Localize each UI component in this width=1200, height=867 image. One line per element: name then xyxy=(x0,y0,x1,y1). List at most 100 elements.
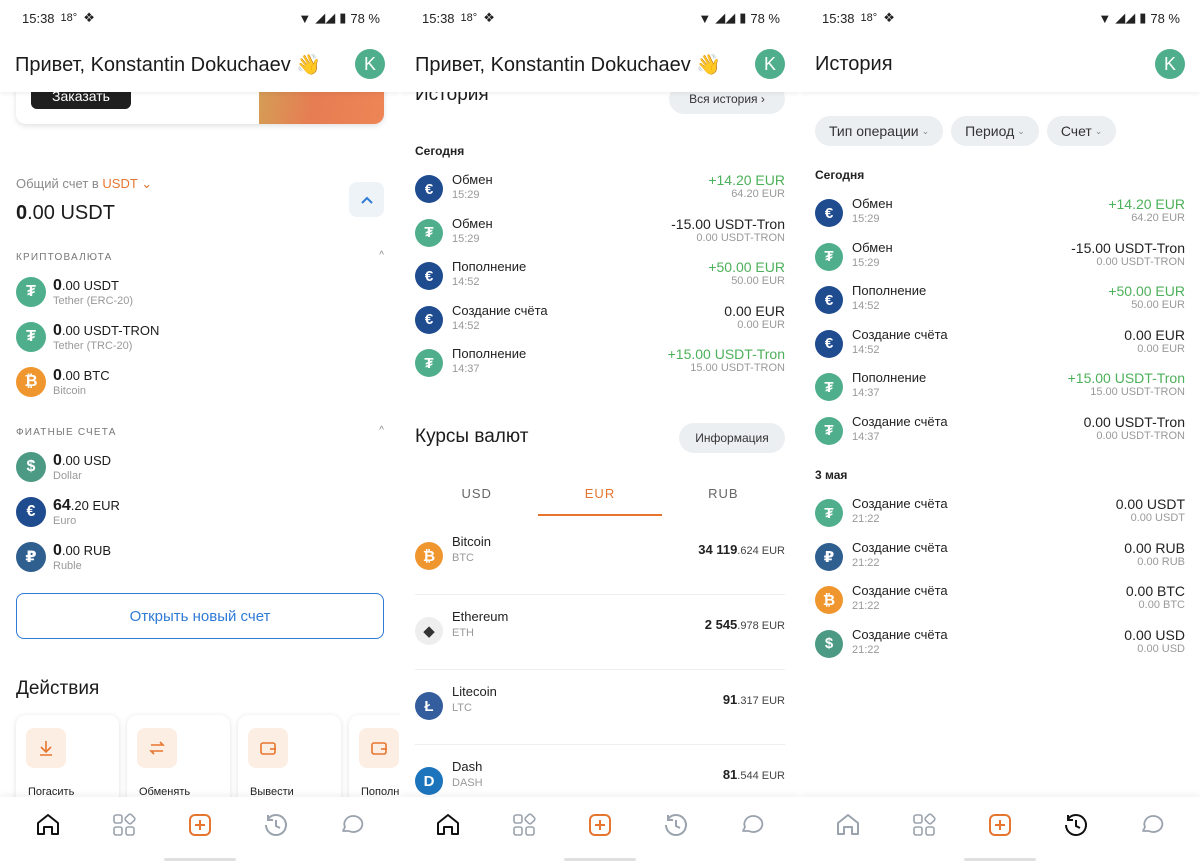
account-subtitle: Tether (TRC-20) xyxy=(53,339,133,352)
transaction-row[interactable]: ₮ Создание счёта 21:22 0.00 USDT 0.00 USDT xyxy=(815,494,1185,534)
currency-icon: ₮ xyxy=(815,373,843,401)
history-icon[interactable] xyxy=(662,811,690,839)
filter-chip[interactable]: Период ⌄ xyxy=(951,116,1039,146)
promo-card[interactable]: Заказать xyxy=(16,92,384,124)
rate-row[interactable]: ◆ Ethereum ETH 2 545.978 EUR xyxy=(415,595,785,670)
all-history-button[interactable]: Вся история › xyxy=(669,92,785,114)
rate-code: BTC xyxy=(452,552,474,564)
transaction-time: 14:37 xyxy=(452,363,480,375)
avatar[interactable]: K xyxy=(1155,49,1185,79)
apps-icon[interactable] xyxy=(110,811,138,839)
transaction-row[interactable]: € Обмен 15:29 +14.20 EUR 64.20 EUR xyxy=(415,170,785,210)
chevron-right-icon: › xyxy=(760,92,765,106)
action-card[interactable]: Обменять xyxy=(127,715,230,797)
transaction-name: Обмен xyxy=(852,239,893,255)
chevron-down-icon: ⌄ xyxy=(1094,125,1103,136)
rate-row[interactable]: D Dash DASH 81.544 EUR xyxy=(415,745,785,797)
transaction-row[interactable]: $ Создание счёта 21:22 0.00 USD 0.00 USD xyxy=(815,625,1185,665)
currency-icon: € xyxy=(815,329,843,358)
chat-icon[interactable] xyxy=(1138,811,1166,839)
tab-eur[interactable]: EUR xyxy=(538,478,662,516)
home-icon[interactable] xyxy=(834,811,862,839)
fiat-section-title: ФИАТНЫЕ СЧЕТА xyxy=(16,427,117,438)
transaction-row[interactable]: € Создание счёта 14:52 0.00 EUR 0.00 EUR xyxy=(815,325,1185,365)
status-bar: 15:38 18° ❖ ▼ ◢◢ ▮ 78 % xyxy=(0,0,400,36)
avatar[interactable]: K xyxy=(755,49,785,79)
account-row[interactable]: ₽0.00 RUB Ruble xyxy=(16,537,384,577)
status-temp: 18° xyxy=(860,12,878,24)
tab-rub[interactable]: RUB xyxy=(662,478,785,516)
transaction-row[interactable]: € Пополнение 14:52 +50.00 EUR 50.00 EUR xyxy=(415,257,785,297)
dash-icon: D xyxy=(415,767,443,795)
action-card[interactable]: Погасить xyxy=(16,715,119,797)
account-row[interactable]: €64.20 EUR Euro xyxy=(16,492,384,532)
chevron-up-icon[interactable]: ^ xyxy=(379,250,384,261)
rate-code: LTC xyxy=(452,702,472,714)
transaction-row[interactable]: ₮ Обмен 15:29 -15.00 USDT-Tron 0.00 USDT-TRO… xyxy=(415,214,785,254)
account-row[interactable]: ₮ 0.00 USDT-TRON Tether (TRC-20) xyxy=(16,317,384,357)
transaction-name: Создание счёта xyxy=(852,583,948,598)
transaction-balance: 0.00 RUB xyxy=(1137,555,1185,568)
rate-row[interactable]: Ł Litecoin LTC 91.317 EUR xyxy=(415,670,785,745)
transaction-name: Обмен xyxy=(852,196,893,211)
tab-usd[interactable]: USD xyxy=(415,478,538,516)
add-icon[interactable] xyxy=(986,811,1014,839)
chevron-up-icon xyxy=(360,196,373,204)
rate-row[interactable]: ₿ Bitcoin BTC 34 119.624 EUR xyxy=(415,520,785,595)
transaction-row[interactable]: ₽ Создание счёта 21:22 0.00 RUB 0.00 RUB xyxy=(815,538,1185,578)
filter-chip[interactable]: Тип операции ⌄ xyxy=(815,116,944,146)
filter-chip[interactable]: Счет ⌄ xyxy=(1046,116,1117,146)
account-row[interactable]: ₿ 0.00 BTC Bitcoin xyxy=(16,362,384,402)
add-icon[interactable] xyxy=(186,811,214,839)
currency-tabs: USD EUR RUB xyxy=(415,478,785,516)
order-button[interactable]: Заказать xyxy=(31,92,131,109)
greeting-title: Привет, Konstantin Dokuchaev 👋 xyxy=(15,53,322,76)
transaction-row[interactable]: € Создание счёта 14:52 0.00 EUR 0.00 EUR xyxy=(415,301,785,341)
transaction-row[interactable]: ₮ Обмен 15:29 -15.00 USDT-Tron 0.00 USDT-TRO… xyxy=(815,238,1185,278)
transaction-balance: 0.00 USDT xyxy=(1130,512,1185,524)
apps-icon[interactable] xyxy=(910,811,938,839)
signal-icon: ◢◢ xyxy=(315,10,336,25)
open-new-account-button[interactable]: Открыть новый счет xyxy=(16,593,384,639)
transaction-time: 15:29 xyxy=(852,256,880,269)
transaction-row[interactable]: ₮ Создание счёта 14:37 0.00 USDT-Tron 0.00 U… xyxy=(815,412,1185,452)
currency-icon: ₮ xyxy=(815,416,843,445)
account-subtitle: Ruble xyxy=(53,559,82,572)
transaction-row[interactable]: € Обмен 15:29 +14.20 EUR 64.20 EUR xyxy=(815,194,1185,234)
collapse-accounts-button[interactable] xyxy=(349,182,384,217)
info-button[interactable]: Информация xyxy=(679,423,785,453)
gesture-bar xyxy=(964,858,1036,861)
dropbox-icon: ❖ xyxy=(83,10,95,25)
history-icon[interactable] xyxy=(262,811,290,839)
transaction-row[interactable]: ₿ Создание счёта 21:22 0.00 BTC 0.00 BTC xyxy=(815,581,1185,621)
chat-icon[interactable] xyxy=(738,811,766,839)
transaction-amount: +15.00 USDT-Tron xyxy=(667,346,785,362)
account-currency-select[interactable]: USDT ⌄ xyxy=(102,176,152,191)
phone-history: 15:38 18° ❖ ▼ ◢◢ ▮ 78 % История K Тип оп… xyxy=(800,0,1200,867)
currency-icon: € xyxy=(415,175,443,203)
action-card[interactable]: Пополн xyxy=(349,715,400,797)
history-icon[interactable] xyxy=(1062,811,1090,839)
transaction-balance: 15.00 USDT-TRON xyxy=(690,362,785,374)
chat-icon[interactable] xyxy=(338,811,366,839)
transaction-time: 14:52 xyxy=(452,276,480,288)
account-text: 64.20 EUR Euro xyxy=(53,497,120,527)
chevron-up-icon[interactable]: ^ xyxy=(379,425,384,436)
day-header-today: Сегодня xyxy=(415,144,465,158)
transaction-amount: 0.00 EUR xyxy=(724,302,785,319)
transaction-name: Создание счёта xyxy=(852,496,948,511)
action-card[interactable]: Вывести xyxy=(238,715,341,797)
transaction-row[interactable]: ₮ Пополнение 14:37 +15.00 USDT-Tron 15.00 US… xyxy=(815,368,1185,408)
home-icon[interactable] xyxy=(34,811,62,839)
account-row[interactable]: $0.00 USD Dollar xyxy=(16,447,384,487)
currency-icon: ₮ xyxy=(415,218,443,247)
add-icon[interactable] xyxy=(586,811,614,839)
apps-icon[interactable] xyxy=(510,811,538,839)
tether-icon: ₮ xyxy=(16,322,46,352)
home-icon[interactable] xyxy=(434,811,462,839)
avatar[interactable]: K xyxy=(355,49,385,79)
transaction-row[interactable]: ₮ Пополнение 14:37 +15.00 USDT-Tron 15.00 US… xyxy=(415,344,785,384)
transaction-row[interactable]: € Пополнение 14:52 +50.00 EUR 50.00 EUR xyxy=(815,281,1185,321)
account-row[interactable]: ₮ 0.00 USDT Tether (ERC-20) xyxy=(16,272,384,312)
day-header-may: 3 мая xyxy=(815,468,848,482)
